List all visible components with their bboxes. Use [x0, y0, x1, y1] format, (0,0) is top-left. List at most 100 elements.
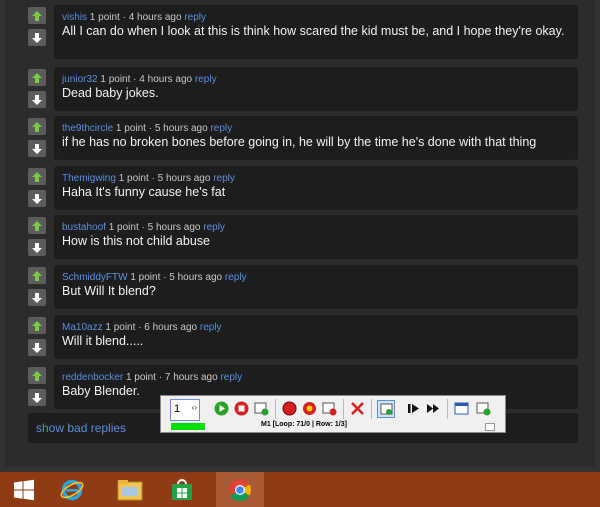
- reply-link[interactable]: reply: [203, 222, 225, 233]
- comment-points-time: 1 point · 5 hours ago: [115, 123, 208, 134]
- toolbar-separator: [275, 399, 276, 419]
- comment-meta: Ma10azz 1 point · 6 hours ago reply: [62, 322, 222, 333]
- window-icon: [454, 402, 468, 414]
- play-options-button[interactable]: [253, 400, 269, 416]
- fast-forward-button[interactable]: [425, 400, 441, 416]
- macro-spinner-value: 1: [174, 403, 181, 415]
- comment-meta: Themigwing 1 point · 5 hours ago reply: [62, 173, 235, 184]
- vote-controls: [28, 69, 48, 113]
- comment-author-link[interactable]: Ma10azz: [62, 322, 103, 333]
- delete-macro-button[interactable]: [349, 400, 365, 416]
- comment-text: All I can do when I look at this is thin…: [62, 24, 565, 38]
- store-icon: [172, 478, 192, 500]
- folder-icon: [117, 479, 143, 500]
- taskbar-internet-explorer[interactable]: [48, 472, 96, 507]
- taskbar-file-explorer[interactable]: [106, 472, 154, 507]
- comment-text: Haha It's funny cause he's fat: [62, 185, 226, 199]
- downvote-button[interactable]: [28, 29, 46, 46]
- play-button[interactable]: [213, 400, 229, 416]
- comment-meta: junior32 1 point · 4 hours ago reply: [62, 74, 217, 85]
- downvote-button[interactable]: [28, 339, 46, 356]
- arrow-down-icon: [32, 32, 42, 43]
- start-button[interactable]: [0, 472, 48, 507]
- comment-text: if he has no broken bones before going i…: [62, 135, 537, 149]
- close-icon: [350, 401, 364, 415]
- step-play-icon: [407, 403, 419, 413]
- reply-link[interactable]: reply: [225, 272, 247, 283]
- comment-author-link[interactable]: vishis: [62, 12, 87, 23]
- edit-macro-icon: [380, 403, 392, 415]
- upvote-button[interactable]: [28, 367, 46, 384]
- comment-author-link[interactable]: junior32: [62, 74, 98, 85]
- edit-macro-button[interactable]: [377, 400, 395, 418]
- downvote-button[interactable]: [28, 91, 46, 108]
- upvote-button[interactable]: [28, 217, 46, 234]
- comment-item: bustahoof 1 point · 5 hours ago reply Ho…: [54, 215, 578, 259]
- downvote-button[interactable]: [28, 289, 46, 306]
- comment-points-time: 1 point · 4 hours ago: [100, 74, 193, 85]
- record-icon: [282, 401, 296, 415]
- comment-points-time: 1 point · 5 hours ago: [118, 173, 211, 184]
- vote-controls: [28, 317, 48, 361]
- reply-link[interactable]: reply: [200, 322, 222, 333]
- fast-forward-icon: [426, 403, 439, 413]
- record-button[interactable]: [281, 400, 297, 416]
- step-play-button[interactable]: [405, 400, 421, 416]
- settings-button[interactable]: [475, 400, 491, 416]
- show-bad-replies-link[interactable]: show bad replies: [36, 421, 126, 435]
- windows-logo-icon: [14, 479, 34, 500]
- comment-item: Ma10azz 1 point · 6 hours ago reply Will…: [54, 315, 578, 359]
- reply-link[interactable]: reply: [184, 12, 206, 23]
- settings-icon: [476, 402, 490, 415]
- arrow-down-icon: [32, 342, 42, 353]
- arrow-up-icon: [32, 370, 42, 381]
- upvote-button[interactable]: [28, 267, 46, 284]
- taskbar-chrome[interactable]: [216, 472, 264, 507]
- comment-author-link[interactable]: reddenbocker: [62, 372, 123, 383]
- macro-status-text: M1 [Loop: 71/0 | Row: 1/3]: [261, 421, 347, 428]
- downvote-button[interactable]: [28, 190, 46, 207]
- reply-link[interactable]: reply: [220, 372, 242, 383]
- upvote-button[interactable]: [28, 118, 46, 135]
- downvote-button[interactable]: [28, 389, 46, 406]
- taskbar: [0, 472, 600, 507]
- reply-link[interactable]: reply: [213, 173, 235, 184]
- upvote-button[interactable]: [28, 168, 46, 185]
- comment-item: the9thcircle 1 point · 5 hours ago reply…: [54, 116, 578, 160]
- comment-author-link[interactable]: bustahoof: [62, 222, 106, 233]
- chrome-icon: [229, 478, 251, 501]
- upvote-button[interactable]: [28, 317, 46, 334]
- comment-meta: bustahoof 1 point · 5 hours ago reply: [62, 222, 225, 233]
- comment-meta: SchmiddyFTW 1 point · 5 hours ago reply: [62, 272, 247, 283]
- internet-explorer-icon: [60, 479, 84, 500]
- record-options-icon: [322, 402, 336, 415]
- macro-recorder-toolbar: 1 ‹› M1 [Loop: 71/0 | Row: 1/3]: [160, 395, 506, 433]
- upvote-button[interactable]: [28, 7, 46, 24]
- upvote-button[interactable]: [28, 69, 46, 86]
- vote-controls: [28, 217, 48, 261]
- comment-text: Dead baby jokes.: [62, 86, 159, 100]
- macro-number-spinner[interactable]: 1 ‹›: [170, 399, 200, 421]
- comment-text: Will it blend.....: [62, 334, 144, 348]
- downvote-button[interactable]: [28, 140, 46, 157]
- comment-author-link[interactable]: the9thcircle: [62, 123, 113, 134]
- record-options-button[interactable]: [321, 400, 337, 416]
- arrow-up-icon: [32, 72, 42, 83]
- stop-icon: [234, 401, 248, 415]
- spinner-arrows-icon[interactable]: ‹›: [192, 403, 197, 412]
- arrow-up-icon: [32, 121, 42, 132]
- reply-link[interactable]: reply: [195, 74, 217, 85]
- window-button[interactable]: [453, 400, 469, 416]
- taskbar-store[interactable]: [158, 472, 206, 507]
- resize-grip[interactable]: [485, 423, 495, 431]
- downvote-button[interactable]: [28, 239, 46, 256]
- reply-link[interactable]: reply: [210, 123, 232, 134]
- comment-author-link[interactable]: SchmiddyFTW: [62, 272, 128, 283]
- comment-points-time: 1 point · 7 hours ago: [125, 372, 218, 383]
- comment-author-link[interactable]: Themigwing: [62, 173, 116, 184]
- comment-text: But Will It blend?: [62, 284, 156, 298]
- vote-controls: [28, 118, 48, 162]
- stop-button[interactable]: [233, 400, 249, 416]
- record-mode-button[interactable]: [301, 400, 317, 416]
- comment-meta: the9thcircle 1 point · 5 hours ago reply: [62, 123, 232, 134]
